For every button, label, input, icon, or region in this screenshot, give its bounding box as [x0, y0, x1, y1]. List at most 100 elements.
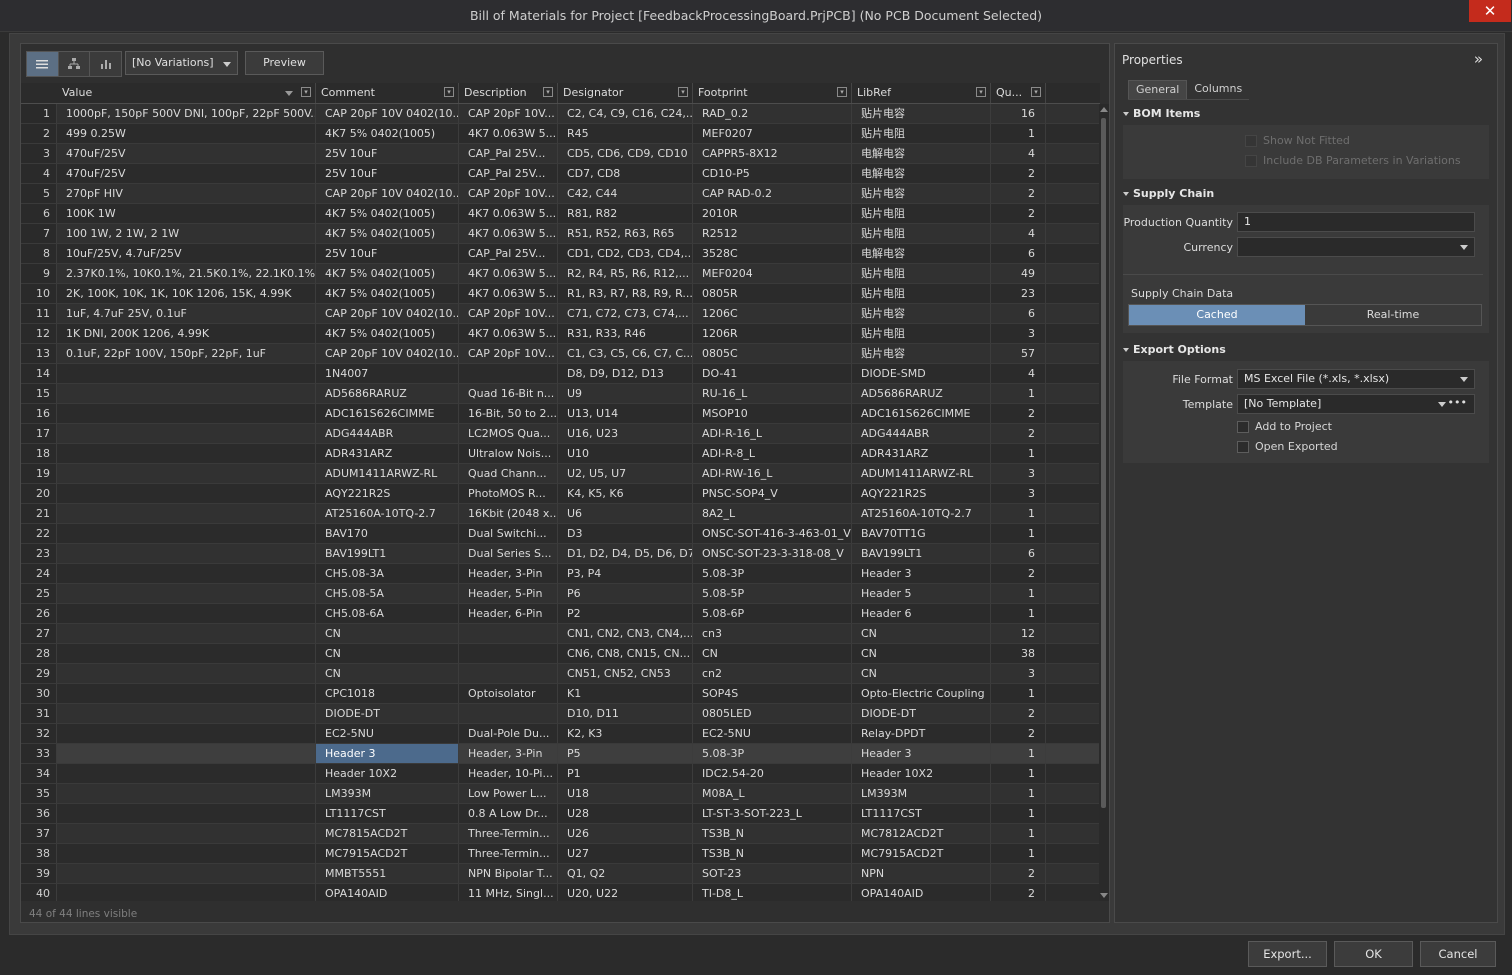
table-row[interactable]: 26 CH5.08-6A Header, 6-Pin P2 5.08-6P Header …: [21, 604, 1100, 624]
cell-designator[interactable]: CD7, CD8: [558, 164, 693, 183]
cell-designator[interactable]: R1, R3, R7, R8, R9, R...: [558, 284, 693, 303]
table-row[interactable]: 14 1N4007 D8, D9, D12, D13 DO-41 DIODE-SMD 4: [21, 364, 1100, 384]
table-row[interactable]: 3 470uF/25V 25V 10uF CAP_Pal 25V... CD5, CD6…: [21, 144, 1100, 164]
cell-libref[interactable]: AT25160A-10TQ-2.7: [852, 504, 991, 523]
cell-comment[interactable]: 4K7 5% 0402(1005): [316, 224, 459, 243]
cell-footprint[interactable]: 5.08-3P: [693, 744, 852, 763]
column-header-footprint[interactable]: Footprint ▾: [693, 83, 852, 103]
cell-libref[interactable]: 贴片电阻: [852, 224, 991, 243]
table-row[interactable]: 24 CH5.08-3A Header, 3-Pin P3, P4 5.08-3P Hea…: [21, 564, 1100, 584]
cell-comment[interactable]: 4K7 5% 0402(1005): [316, 324, 459, 343]
cell-designator[interactable]: U20, U22: [558, 884, 693, 901]
cell-value[interactable]: 499 0.25W: [57, 124, 316, 143]
cell-footprint[interactable]: 0805C: [693, 344, 852, 363]
cell-value[interactable]: [57, 404, 316, 423]
cell-value[interactable]: 1000pF, 150pF 500V DNI, 100pF, 22pF 500V…: [57, 104, 316, 123]
cell-libref[interactable]: MC7812ACD2T: [852, 824, 991, 843]
cell-designator[interactable]: D10, D11: [558, 704, 693, 723]
cell-designator[interactable]: C42, C44: [558, 184, 693, 203]
cell-libref[interactable]: LT1117CST: [852, 804, 991, 823]
cell-footprint[interactable]: CD10-P5: [693, 164, 852, 183]
table-row[interactable]: 35 LM393M Low Power L... U18 M08A_L LM393M 1: [21, 784, 1100, 804]
cell-designator[interactable]: U28: [558, 804, 693, 823]
cell-designator[interactable]: K4, K5, K6: [558, 484, 693, 503]
cell-designator[interactable]: P5: [558, 744, 693, 763]
cell-quantity[interactable]: 1: [991, 804, 1046, 823]
cell-libref[interactable]: 贴片电阻: [852, 124, 991, 143]
cell-libref[interactable]: CN: [852, 644, 991, 663]
cell-libref[interactable]: 贴片电容: [852, 104, 991, 123]
cell-libref[interactable]: Header 3: [852, 744, 991, 763]
cell-comment[interactable]: Header 10X2: [316, 764, 459, 783]
cell-quantity[interactable]: 49: [991, 264, 1046, 283]
cell-designator[interactable]: R51, R52, R63, R65: [558, 224, 693, 243]
vertical-scrollbar[interactable]: [1099, 104, 1109, 901]
cell-value[interactable]: [57, 644, 316, 663]
cell-quantity[interactable]: 2: [991, 424, 1046, 443]
tab-columns[interactable]: Columns: [1187, 80, 1249, 98]
cell-comment[interactable]: 4K7 5% 0402(1005): [316, 124, 459, 143]
cell-designator[interactable]: U10: [558, 444, 693, 463]
cell-comment[interactable]: AQY221R2S: [316, 484, 459, 503]
filter-icon[interactable]: ▾: [837, 87, 847, 97]
cell-description[interactable]: Header, 10-Pi...: [459, 764, 558, 783]
cell-libref[interactable]: Header 3: [852, 564, 991, 583]
cell-quantity[interactable]: 2: [991, 404, 1046, 423]
table-row[interactable]: 8 10uF/25V, 4.7uF/25V 25V 10uF CAP_Pal 25V.…: [21, 244, 1100, 264]
cell-comment[interactable]: LM393M: [316, 784, 459, 803]
cell-footprint[interactable]: PNSC-SOP4_V: [693, 484, 852, 503]
cell-footprint[interactable]: IDC2.54-20: [693, 764, 852, 783]
table-row[interactable]: 16 ADC161S626CIMME 16-Bit, 50 to 2... U13, …: [21, 404, 1100, 424]
cell-description[interactable]: 4K7 0.063W 5...: [459, 284, 558, 303]
cell-libref[interactable]: LM393M: [852, 784, 991, 803]
cell-footprint[interactable]: 2010R: [693, 204, 852, 223]
cell-designator[interactable]: C1, C3, C5, C6, C7, C...: [558, 344, 693, 363]
cell-value[interactable]: [57, 564, 316, 583]
scroll-down-icon[interactable]: [1100, 893, 1108, 898]
cell-comment[interactable]: CH5.08-5A: [316, 584, 459, 603]
cell-description[interactable]: [459, 704, 558, 723]
cell-description[interactable]: Quad Chann...: [459, 464, 558, 483]
cell-designator[interactable]: R45: [558, 124, 693, 143]
cell-value[interactable]: [57, 664, 316, 683]
cell-footprint[interactable]: MSOP10: [693, 404, 852, 423]
cell-designator[interactable]: CN1, CN2, CN3, CN4,...: [558, 624, 693, 643]
table-row[interactable]: 34 Header 10X2 Header, 10-Pi... P1 IDC2.54-2…: [21, 764, 1100, 784]
bom-items-section-title[interactable]: BOM Items: [1123, 107, 1200, 120]
cell-comment[interactable]: LT1117CST: [316, 804, 459, 823]
cell-quantity[interactable]: 23: [991, 284, 1046, 303]
cell-quantity[interactable]: 4: [991, 144, 1046, 163]
column-header-quantity[interactable]: Qu... ▾: [991, 83, 1046, 103]
cell-quantity[interactable]: 16: [991, 104, 1046, 123]
open-exported-checkbox[interactable]: Open Exported: [1237, 439, 1338, 455]
cell-quantity[interactable]: 3: [991, 324, 1046, 343]
filter-icon[interactable]: ▾: [678, 87, 688, 97]
cell-quantity[interactable]: 2: [991, 704, 1046, 723]
cell-footprint[interactable]: 1206R: [693, 324, 852, 343]
cell-comment[interactable]: 4K7 5% 0402(1005): [316, 284, 459, 303]
cell-quantity[interactable]: 6: [991, 304, 1046, 323]
cell-libref[interactable]: CN: [852, 664, 991, 683]
cell-value[interactable]: [57, 704, 316, 723]
ok-button[interactable]: OK: [1334, 941, 1413, 967]
cell-quantity[interactable]: 1: [991, 504, 1046, 523]
table-row[interactable]: 37 MC7815ACD2T Three-Termin... U26 TS3B_N MC7…: [21, 824, 1100, 844]
cell-value[interactable]: 2K, 100K, 10K, 1K, 10K 1206, 15K, 4.99K: [57, 284, 316, 303]
cell-libref[interactable]: 贴片电阻: [852, 264, 991, 283]
cell-value[interactable]: [57, 784, 316, 803]
table-row[interactable]: 1 1000pF, 150pF 500V DNI, 100pF, 22pF 500…: [21, 104, 1100, 124]
cell-footprint[interactable]: RU-16_L: [693, 384, 852, 403]
cell-description[interactable]: Optoisolator: [459, 684, 558, 703]
cell-value[interactable]: 1K DNI, 200K 1206, 4.99K: [57, 324, 316, 343]
cell-footprint[interactable]: ADI-R-16_L: [693, 424, 852, 443]
cell-quantity[interactable]: 1: [991, 604, 1046, 623]
cell-quantity[interactable]: 1: [991, 824, 1046, 843]
cell-quantity[interactable]: 1: [991, 444, 1046, 463]
tab-general[interactable]: General: [1128, 80, 1188, 99]
cell-value[interactable]: [57, 584, 316, 603]
cell-comment[interactable]: CAP 20pF 10V 0402(10...: [316, 104, 459, 123]
cell-comment[interactable]: EC2-5NU: [316, 724, 459, 743]
cell-designator[interactable]: U27: [558, 844, 693, 863]
cell-footprint[interactable]: SOP4S: [693, 684, 852, 703]
cell-quantity[interactable]: 1: [991, 764, 1046, 783]
